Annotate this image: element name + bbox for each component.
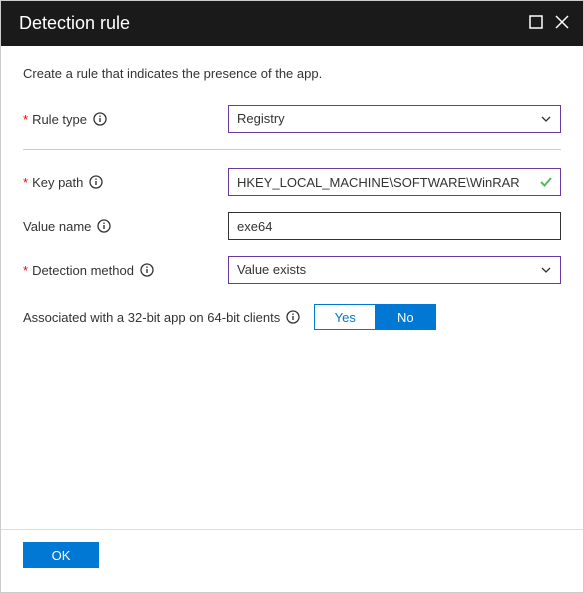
description-text: Create a rule that indicates the presenc… <box>23 66 561 81</box>
no-button[interactable]: No <box>375 305 435 329</box>
chevron-down-icon <box>540 264 552 276</box>
info-icon[interactable] <box>89 175 103 189</box>
dialog-content: Create a rule that indicates the presenc… <box>1 46 583 529</box>
divider <box>23 149 561 150</box>
value-name-label: Value name <box>23 219 228 234</box>
info-icon[interactable] <box>93 112 107 126</box>
detection-method-row: * Detection method Value exists <box>23 256 561 284</box>
info-icon[interactable] <box>97 219 111 233</box>
detection-method-select[interactable]: Value exists <box>228 256 561 284</box>
value-name-row: Value name <box>23 212 561 240</box>
close-icon[interactable] <box>555 13 569 34</box>
value-name-input[interactable] <box>228 212 561 240</box>
ok-button[interactable]: OK <box>23 542 99 568</box>
maximize-icon[interactable] <box>529 13 543 34</box>
info-icon[interactable] <box>140 263 154 277</box>
associated-32bit-label: Associated with a 32-bit app on 64-bit c… <box>23 310 300 325</box>
info-icon[interactable] <box>286 310 300 324</box>
dialog-title: Detection rule <box>19 13 130 34</box>
window-controls <box>529 13 569 34</box>
rule-type-select[interactable]: Registry <box>228 105 561 133</box>
rule-type-row: * Rule type Registry <box>23 105 561 133</box>
key-path-label: * Key path <box>23 175 228 190</box>
dialog-footer: OK <box>1 529 583 592</box>
associated-32bit-row: Associated with a 32-bit app on 64-bit c… <box>23 304 561 330</box>
key-path-input[interactable] <box>228 168 561 196</box>
rule-type-label: * Rule type <box>23 112 228 127</box>
checkmark-icon <box>539 175 553 189</box>
key-path-row: * Key path <box>23 168 561 196</box>
yes-button[interactable]: Yes <box>315 305 375 329</box>
chevron-down-icon <box>540 113 552 125</box>
dialog-header: Detection rule <box>1 1 583 46</box>
yes-no-toggle: Yes No <box>314 304 436 330</box>
detection-method-label: * Detection method <box>23 263 228 278</box>
